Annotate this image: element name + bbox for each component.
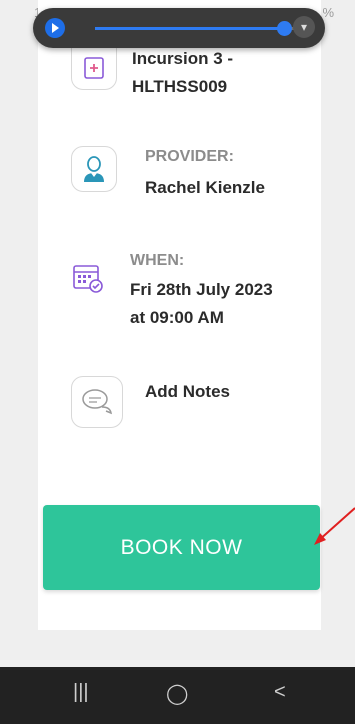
home-button[interactable]: ◯ <box>166 681 188 706</box>
back-button[interactable]: < <box>274 681 286 704</box>
android-nav-bar: ||| ◯ < <box>0 667 355 724</box>
media-track-fill <box>95 27 284 30</box>
chevron-down-icon[interactable]: ▾ <box>293 16 315 38</box>
media-control-overlay[interactable]: ▾ <box>33 8 325 48</box>
recents-button[interactable]: ||| <box>73 681 89 704</box>
media-slider-thumb[interactable] <box>276 21 292 36</box>
play-icon[interactable] <box>45 18 65 38</box>
red-arrow-icon <box>314 507 355 545</box>
